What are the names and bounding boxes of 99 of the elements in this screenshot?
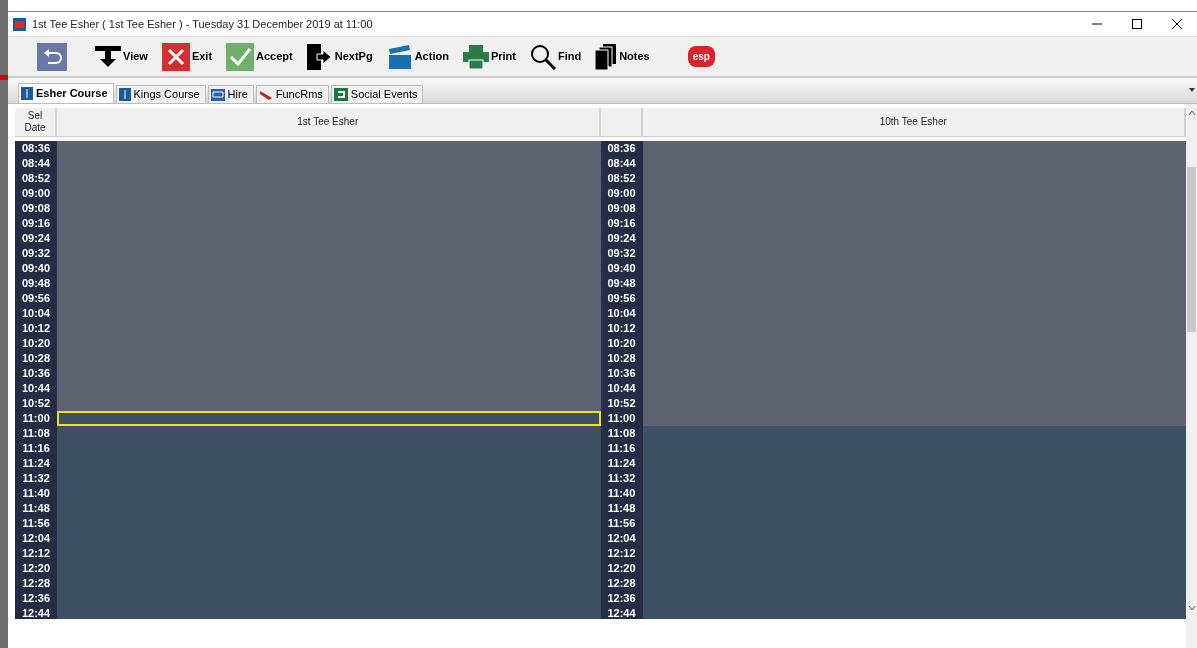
accept-button[interactable]: Accept [226, 42, 293, 71]
nextpg-button[interactable]: NextPg [306, 43, 373, 70]
scroll-up-icon[interactable] [1188, 111, 1195, 115]
time-label: 11:08 [606, 426, 637, 441]
time-label: 10:20 [20, 336, 52, 351]
documents-icon [595, 43, 618, 70]
window-title: 1st Tee Esher ( 1st Tee Esher ) - Tuesday 31 December 2019 at 11:00 [32, 16, 373, 32]
printer-icon [462, 44, 489, 69]
shaded-tee-slot[interactable] [642, 141, 1186, 156]
time-label: 09:08 [20, 201, 52, 216]
action-button[interactable]: Action [386, 44, 449, 69]
time-label: 09:32 [20, 246, 52, 261]
time-label: 11:40 [21, 486, 51, 501]
close-icon[interactable] [1172, 19, 1182, 29]
tab[interactable]: Esher Course [18, 83, 114, 103]
time-label: 11:24 [21, 456, 51, 471]
maximize-icon[interactable] [1132, 19, 1142, 29]
time-label: 09:00 [606, 186, 637, 201]
time-label: 10:28 [20, 351, 52, 366]
time-label: 12:04 [20, 531, 52, 546]
time-label: 09:24 [20, 231, 52, 246]
clapperboard-icon [386, 44, 413, 69]
time-label: 12:20 [606, 561, 637, 576]
time-label: 11:32 [21, 471, 51, 486]
time-label: 12:12 [20, 546, 52, 561]
time-label: 11:24 [606, 456, 637, 471]
time-label: 12:36 [606, 591, 637, 606]
find-button[interactable]: Find [529, 43, 582, 70]
search-icon [529, 43, 556, 70]
time-label: 10:52 [20, 396, 52, 411]
time-label: 09:40 [20, 261, 52, 276]
time-label: 08:52 [20, 171, 52, 186]
tab[interactable]: FuncRms [255, 85, 329, 103]
time-label: 09:00 [20, 186, 52, 201]
time-label: 11:56 [606, 516, 637, 531]
time-label: 10:28 [606, 351, 637, 366]
time-label: 09:16 [606, 216, 637, 231]
time-label: 09:16 [20, 216, 52, 231]
time-label: 11:32 [606, 471, 637, 486]
scroll-down-icon[interactable] [1188, 606, 1195, 610]
shaded-tee-slot[interactable] [57, 141, 601, 156]
time-label: 08:44 [20, 156, 52, 171]
time-label: 08:52 [606, 171, 637, 186]
time-label: 10:12 [606, 321, 637, 336]
tab[interactable]: Social Events [330, 85, 424, 103]
app-icon [13, 17, 26, 31]
back-button[interactable] [37, 42, 67, 71]
time-label: 08:44 [606, 156, 637, 171]
time-label: 10:12 [20, 321, 52, 336]
arrow-down-icon [95, 45, 121, 68]
time-label: 09:08 [606, 201, 637, 216]
time-label: 11:16 [21, 441, 51, 456]
tab[interactable]: Hire [207, 85, 254, 103]
time-label: 10:20 [606, 336, 637, 351]
time-label: 12:04 [606, 531, 637, 546]
undo-icon [37, 42, 67, 71]
time-label: 10:04 [20, 306, 52, 321]
time-label: 09:32 [606, 246, 637, 261]
time-label: 11:40 [606, 486, 637, 501]
time-label: 12:12 [606, 546, 637, 561]
time-label: 11:48 [606, 501, 637, 516]
time-label: 11:48 [21, 501, 51, 516]
time-label: 10:36 [606, 366, 637, 381]
time-label: 08:36 [20, 141, 52, 156]
time-label: 09:48 [606, 276, 637, 291]
time-label: 11:00 [21, 411, 51, 426]
time-label: 10:52 [606, 396, 637, 411]
tab[interactable]: Kings Course [115, 85, 206, 103]
notes-button[interactable]: Notes [595, 43, 650, 70]
tee-slot[interactable] [57, 411, 601, 426]
time-label: 10:44 [20, 381, 52, 396]
time-label: 12:28 [606, 576, 637, 591]
time-label: 10:04 [606, 306, 637, 321]
close-icon [161, 42, 190, 71]
shaded-tee-slot[interactable] [642, 411, 1186, 426]
view-button[interactable]: View [95, 45, 148, 68]
time-label: 10:36 [20, 366, 52, 381]
scrollbar-thumb[interactable] [1187, 167, 1196, 332]
time-label: 09:56 [20, 291, 52, 306]
logo-button[interactable]: esp [687, 46, 715, 67]
time-label: 11:56 [21, 516, 51, 531]
time-label: 08:36 [606, 141, 637, 156]
check-icon [226, 42, 255, 71]
time-label: 11:16 [606, 441, 637, 456]
time-label: 12:36 [20, 591, 52, 606]
time-label: 10:44 [606, 381, 637, 396]
time-label: 09:40 [606, 261, 637, 276]
time-label: 11:00 [606, 411, 637, 426]
time-label: 11:08 [21, 426, 51, 441]
print-button[interactable]: Print [462, 44, 516, 69]
time-label: 09:24 [606, 231, 637, 246]
exit-button[interactable]: Exit [161, 42, 213, 71]
time-label: 09:48 [20, 276, 52, 291]
time-label: 12:28 [20, 576, 52, 591]
time-label: 12:44 [20, 606, 52, 619]
exit-door-icon [306, 43, 333, 70]
time-label: 12:20 [20, 561, 52, 576]
time-label: 09:56 [606, 291, 637, 306]
time-label: 12:44 [606, 606, 637, 619]
